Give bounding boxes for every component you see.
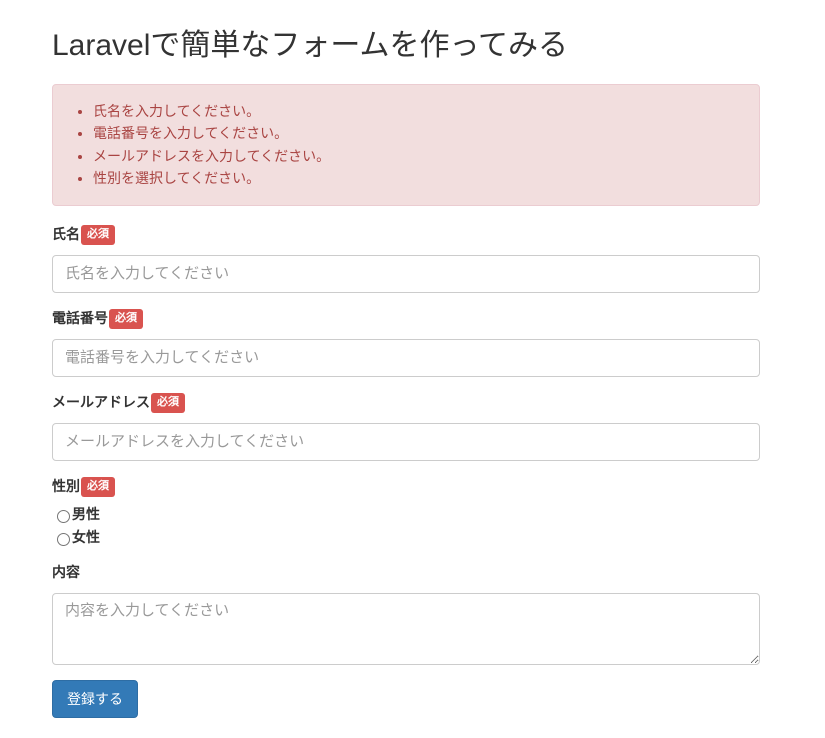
required-badge: 必須 [81,477,115,496]
content-group: 内容 [52,562,760,665]
error-item: 氏名を入力してください。 [93,100,744,122]
name-label: 氏名 [52,224,80,244]
error-item: 電話番号を入力してください。 [93,122,744,144]
gender-radio-female[interactable] [57,533,70,546]
gender-option-label: 女性 [72,529,100,545]
error-item: メールアドレスを入力してください。 [93,145,744,167]
phone-group: 電話番号必須 [52,308,760,377]
gender-option-label: 男性 [72,506,100,522]
required-badge: 必須 [151,393,185,412]
email-label: メールアドレス [52,392,150,412]
gender-radio-male[interactable] [57,510,70,523]
email-input[interactable] [52,423,760,461]
name-input[interactable] [52,255,760,293]
error-alert: 氏名を入力してください。 電話番号を入力してください。 メールアドレスを入力して… [52,84,760,206]
gender-label: 性別 [52,476,80,496]
content-label: 内容 [52,562,80,582]
name-group: 氏名必須 [52,224,760,293]
email-group: メールアドレス必須 [52,392,760,461]
gender-option-male[interactable]: 男性 [52,504,760,524]
gender-group: 性別必須 男性 女性 [52,476,760,547]
page-title: Laravelで簡単なフォームを作ってみる [52,20,770,64]
gender-option-female[interactable]: 女性 [52,527,760,547]
content-textarea[interactable] [52,593,760,665]
phone-input[interactable] [52,339,760,377]
required-badge: 必須 [81,225,115,244]
required-badge: 必須 [109,309,143,328]
error-item: 性別を選択してください。 [93,167,744,189]
submit-button[interactable]: 登録する [52,680,138,718]
phone-label: 電話番号 [52,308,108,328]
